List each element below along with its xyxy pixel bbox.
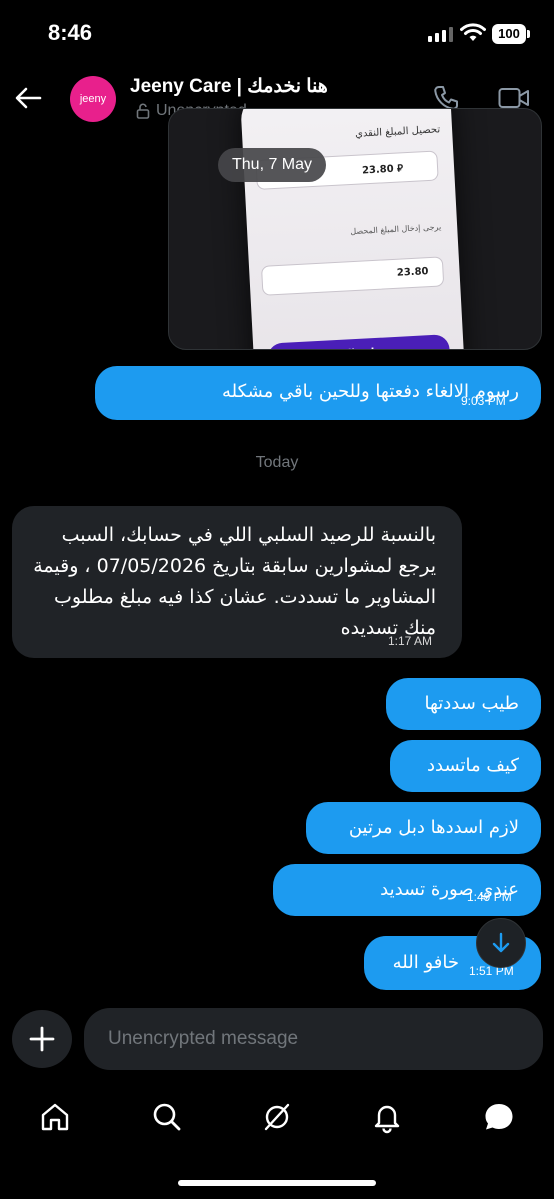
avatar[interactable]: jeeny (70, 76, 116, 122)
message-bubble-outgoing[interactable]: كيف ماتسدد (390, 740, 541, 792)
home-icon[interactable] (38, 1100, 72, 1134)
unlock-icon (136, 103, 150, 119)
conversation-title[interactable]: Jeeny Care | هنا نخدمك (130, 75, 328, 98)
preview-label-1: تحصيل المبلغ النقدي (354, 124, 441, 140)
preview-input-field: 23.80 (260, 256, 445, 296)
message-text: كيف ماتسدد (426, 755, 519, 776)
message-text: لازم اسددها دبل مرتين (348, 817, 519, 838)
preview-amount-2: 23.80 (396, 266, 429, 279)
image-attachment[interactable]: تحصيل المبلغ النقدي 23.80 ⃁ يرجى إدخال ا… (168, 108, 542, 350)
date-pill: Thu, 7 May (218, 148, 327, 182)
bottom-navigation (0, 1088, 554, 1148)
attach-button[interactable] (12, 1010, 72, 1068)
video-call-icon[interactable] (498, 86, 530, 110)
message-text: عندي صورة تسديد (380, 879, 519, 900)
search-icon[interactable] (150, 1100, 184, 1134)
date-divider: Today (255, 454, 299, 471)
home-indicator (178, 1180, 376, 1186)
message-bubble-outgoing[interactable]: 9:03 PM رسوم الالغاء دفعتها وللحين باقي … (95, 366, 541, 420)
plus-icon (29, 1026, 55, 1052)
preview-label-2: يرجى إدخال المبلغ المحصل (350, 222, 442, 237)
back-arrow-icon[interactable] (14, 86, 42, 110)
grok-icon[interactable] (260, 1100, 294, 1134)
preview-amount-1: 23.80 ⃁ (361, 163, 404, 177)
message-text: بالنسبة للرصيد السلبي اللي في حسابك، الس… (33, 524, 436, 639)
notifications-icon[interactable] (370, 1100, 404, 1134)
message-bubble-incoming[interactable]: بالنسبة للرصيد السلبي اللي في حسابك، الس… (12, 506, 462, 658)
message-bubble-outgoing[interactable]: طيب سددتها (386, 678, 541, 730)
status-time: 8:46 (48, 20, 93, 45)
preview-submit-button: إرسال (267, 334, 451, 349)
message-text: خافو الله (392, 952, 459, 973)
wifi-icon (460, 23, 486, 41)
message-bubble-outgoing[interactable]: 1:49 PM عندي صورة تسديد (273, 864, 541, 916)
message-input[interactable] (84, 1008, 543, 1070)
message-timestamp: 1:17 AM (388, 634, 433, 648)
message-text: رسوم الالغاء دفعتها وللحين باقي مشكله (222, 381, 519, 402)
messages-icon[interactable] (482, 1100, 516, 1134)
arrow-down-icon (492, 932, 510, 953)
signal-icon (428, 27, 453, 42)
screenshot-preview: تحصيل المبلغ النقدي 23.80 ⃁ يرجى إدخال ا… (239, 109, 469, 349)
message-bubble-outgoing[interactable]: لازم اسددها دبل مرتين (306, 802, 541, 854)
message-text: طيب سددتها (424, 693, 520, 714)
battery-indicator: 100 (492, 24, 530, 44)
scroll-to-bottom-button[interactable] (476, 918, 526, 968)
